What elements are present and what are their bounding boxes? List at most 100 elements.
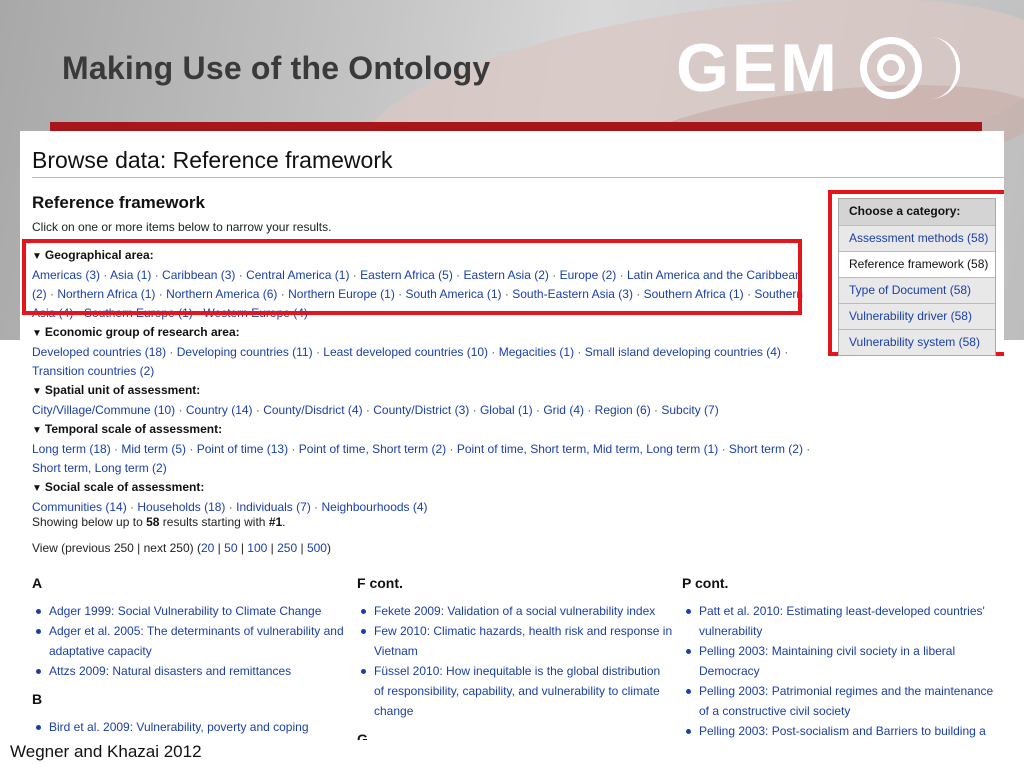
separator: |: [237, 541, 248, 555]
gem-logo-arc-icon: [930, 37, 960, 99]
separator: ·: [802, 442, 811, 456]
separator: ·: [780, 345, 789, 359]
separator: ·: [110, 442, 122, 456]
facet-value-link[interactable]: County/District (3): [373, 403, 469, 417]
results-count: 58: [146, 515, 160, 529]
separator: ·: [166, 345, 177, 359]
facet-values: Long term (18) · Mid term (5) · Point of…: [32, 440, 812, 478]
facet-title[interactable]: ▼ Social scale of assessment:: [32, 478, 812, 498]
facet-value-link[interactable]: Transition countries (2): [32, 364, 154, 378]
result-link[interactable]: Attzs 2009: Natural disasters and remitt…: [32, 661, 348, 681]
result-link[interactable]: Pelling 2003: Patrimonial regimes and th…: [682, 681, 998, 721]
page-size-link[interactable]: 100: [247, 541, 267, 555]
facet-title[interactable]: ▼ Temporal scale of assessment:: [32, 420, 812, 440]
page-size-selector: View (previous 250 | next 250) (20 | 50 …: [32, 541, 331, 555]
category-item[interactable]: Reference framework (58): [839, 251, 995, 277]
facet-value-link[interactable]: Point of time (13): [197, 442, 288, 456]
facet-value-link[interactable]: Least developed countries (10): [323, 345, 488, 359]
collapse-triangle-icon[interactable]: ▼: [32, 328, 42, 339]
result-link[interactable]: Patt et al. 2010: Estimating least-devel…: [682, 601, 998, 641]
facet-value-link[interactable]: Megacities (1): [499, 345, 574, 359]
facet-title[interactable]: ▼ Spatial unit of assessment:: [32, 381, 812, 401]
facet-value-link[interactable]: Small island developing countries (4): [585, 345, 781, 359]
facet-title-text: Social scale of assessment:: [44, 480, 205, 494]
facet-title[interactable]: ▼ Economic group of research area:: [32, 323, 812, 343]
result-link[interactable]: Fekete 2009: Validation of a social vuln…: [357, 601, 673, 621]
facet-value-link[interactable]: Subcity (7): [661, 403, 718, 417]
facet-value-link[interactable]: Short term, Long term (2): [32, 461, 167, 475]
letter-heading: B: [32, 691, 43, 707]
results-summary-suffix: .: [282, 515, 286, 529]
facet-title-text: Temporal scale of assessment:: [44, 422, 223, 436]
browse-data-panel: Browse data: Reference framework Referen…: [20, 131, 1004, 740]
facet-value-link[interactable]: Global (1): [480, 403, 533, 417]
result-list: Patt et al. 2010: Estimating least-devel…: [682, 601, 998, 740]
page-size-link[interactable]: 50: [224, 541, 237, 555]
letter-heading: F cont.: [357, 575, 403, 591]
page-size-link[interactable]: 500: [307, 541, 327, 555]
result-link[interactable]: Pelling 2003: Maintaining civil society …: [682, 641, 998, 681]
separator: |: [267, 541, 278, 555]
facet-value-link[interactable]: Mid term (5): [121, 442, 186, 456]
facet-values: Developed countries (18) · Developing co…: [32, 343, 812, 381]
letter-heading: A: [32, 575, 43, 591]
page-size-link[interactable]: 20: [201, 541, 214, 555]
separator: ·: [252, 403, 264, 417]
separator: ·: [650, 403, 662, 417]
result-link[interactable]: Adger 1999: Social Vulnerability to Clim…: [32, 601, 348, 621]
facet-value-link[interactable]: County/Disdrict (4): [263, 403, 362, 417]
result-link[interactable]: Füssel 2010: How inequitable is the glob…: [357, 661, 673, 721]
category-item[interactable]: Vulnerability system (58): [839, 329, 995, 355]
gem-logo: GEM: [676, 28, 960, 108]
category-item[interactable]: Assessment methods (58): [839, 225, 995, 251]
facet-value-link[interactable]: Grid (4): [543, 403, 584, 417]
result-link[interactable]: Adger et al. 2005: The determinants of v…: [32, 621, 348, 661]
page-heading: Browse data: Reference framework: [32, 147, 393, 173]
facet-value-link[interactable]: Point of time, Short term, Mid term, Lon…: [457, 442, 718, 456]
facet-value-link[interactable]: Individuals (7): [236, 500, 311, 514]
category-item[interactable]: Type of Document (58): [839, 277, 995, 303]
facet-value-link[interactable]: Neighbourhoods (4): [321, 500, 427, 514]
letter-heading: P cont.: [682, 575, 729, 591]
facet-value-link[interactable]: Households (18): [137, 500, 225, 514]
facet-value-link[interactable]: Developed countries (18): [32, 345, 166, 359]
collapse-triangle-icon[interactable]: ▼: [32, 425, 42, 436]
collapse-triangle-icon[interactable]: ▼: [32, 483, 42, 494]
gem-logo-inner-circle: [876, 54, 905, 82]
facet-group: ▼ Temporal scale of assessment: Long term …: [32, 420, 812, 478]
facet-value-link[interactable]: Communities (14): [32, 500, 127, 514]
result-link[interactable]: Pelling 2003: Post-socialism and Barrier…: [682, 721, 998, 740]
separator: ·: [446, 442, 457, 456]
facet-value-link[interactable]: Developing countries (11): [177, 345, 313, 359]
collapse-triangle-icon[interactable]: ▼: [32, 386, 42, 397]
result-link[interactable]: Bird et al. 2009: Vulnerability, poverty…: [32, 717, 348, 737]
facet-value-link[interactable]: Short term (2): [729, 442, 803, 456]
results-start: #1: [268, 515, 283, 529]
slide-title: Making Use of the Ontology: [62, 50, 491, 86]
view-suffix: ): [326, 541, 331, 555]
facet-value-link[interactable]: City/Village/Commune (10): [32, 403, 175, 417]
result-link[interactable]: Few 2010: Climatic hazards, health risk …: [357, 621, 673, 661]
results-summary-prefix: Showing below up to: [32, 515, 147, 529]
separator: ·: [126, 500, 138, 514]
separator: |: [297, 541, 307, 555]
separator: ·: [312, 345, 324, 359]
page-size-link[interactable]: 250: [277, 541, 297, 555]
facet-title-text: Economic group of research area:: [44, 325, 240, 339]
result-list: Adger 1999: Social Vulnerability to Clim…: [32, 601, 348, 681]
facet-value-link[interactable]: Long term (18): [32, 442, 111, 456]
separator: ·: [488, 345, 499, 359]
separator: ·: [574, 345, 585, 359]
separator: ·: [362, 403, 374, 417]
separator: ·: [175, 403, 186, 417]
facet-group: ▼ Social scale of assessment: Communities …: [32, 478, 812, 517]
separator: ·: [532, 403, 544, 417]
facet-value-link[interactable]: Region (6): [595, 403, 651, 417]
facet-value-link[interactable]: Point of time, Short term (2): [299, 442, 446, 456]
facet-value-link[interactable]: Country (14): [186, 403, 253, 417]
separator: ·: [718, 442, 729, 456]
narrow-results-hint: Click on one or more items below to narr…: [32, 220, 332, 234]
gem-logo-text: GEM: [676, 30, 840, 106]
geographical-area-highlight-frame: [22, 239, 802, 315]
category-item[interactable]: Vulnerability driver (58): [839, 303, 995, 329]
